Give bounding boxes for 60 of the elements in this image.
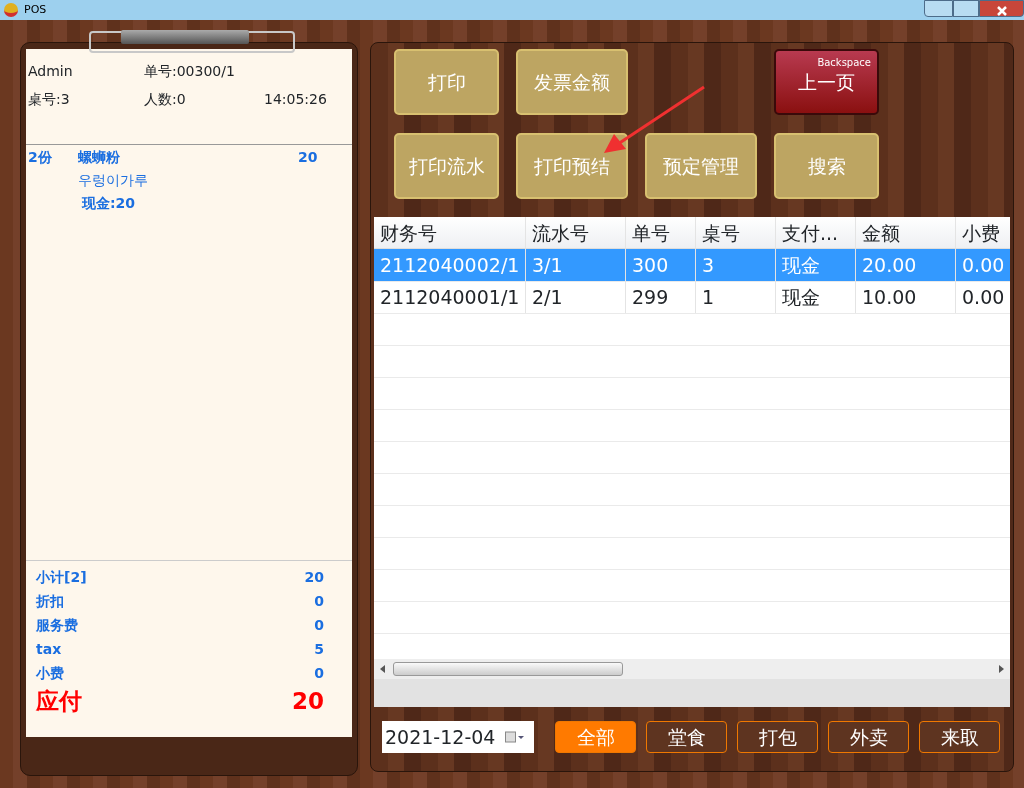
summary-value: 20 [304, 568, 324, 587]
table-cell: 10.00 [856, 281, 956, 313]
payment-line: 现金:20 [82, 194, 136, 213]
filter-tab[interactable]: 外卖 [828, 721, 909, 753]
calendar-icon [505, 731, 526, 743]
user-name: Admin [28, 62, 74, 81]
column-header[interactable]: 小费 [956, 217, 1010, 249]
window-title: POS [24, 1, 47, 18]
table-cell: 1 [696, 281, 776, 313]
horizontal-scrollbar[interactable] [374, 659, 1010, 679]
summary-label: tax [36, 640, 62, 659]
minimize-button[interactable] [924, 0, 953, 17]
column-header[interactable]: 单号 [626, 217, 696, 249]
table-cell: 现金 [776, 249, 856, 281]
filter-tab[interactable]: 来取 [919, 721, 1000, 753]
guest-count: 人数:0 [144, 90, 187, 109]
summary-label: 服务费 [36, 616, 78, 635]
order-number: 单号:00300/1 [144, 62, 235, 81]
table-number: 桌号:3 [28, 90, 71, 109]
item-name: 螺蛳粉 [78, 148, 121, 167]
table-cell: 0.00 [956, 281, 1010, 313]
back-button[interactable]: Backspace 上一页 [774, 49, 879, 115]
filter-tab[interactable]: 打包 [737, 721, 819, 753]
table-cell: 20.00 [856, 249, 956, 281]
summary-label: 小费 [36, 664, 64, 683]
scroll-right-icon[interactable] [999, 665, 1004, 673]
column-header[interactable]: 桌号 [696, 217, 776, 249]
column-header[interactable]: 金额 [856, 217, 956, 249]
column-header[interactable]: 支付... [776, 217, 856, 249]
item-quantity: 2份 [28, 148, 53, 167]
summary-label: 小计[2] [36, 568, 87, 587]
close-icon [996, 5, 1007, 16]
summary-value: 0 [314, 592, 324, 611]
date-picker[interactable]: 2021-12-04 [382, 721, 535, 753]
item-price: 20 [298, 148, 318, 167]
table-cell: 2112040001/1 [374, 281, 526, 313]
summary-value: 0 [314, 616, 324, 635]
summary-value: 0 [314, 664, 324, 683]
table-cell: 2112040002/1 [374, 249, 526, 281]
table-cell: 2/1 [526, 281, 626, 313]
table-cell: 300 [626, 249, 696, 281]
app-icon [4, 3, 18, 17]
close-button[interactable] [979, 0, 1024, 17]
order-time: 14:05:26 [264, 90, 327, 109]
table-cell: 3/1 [526, 249, 626, 281]
amount-due-value: 20 [292, 687, 324, 716]
column-header[interactable]: 流水号 [526, 217, 626, 249]
item-alt-name: 우렁이가루 [78, 171, 148, 190]
scroll-left-icon[interactable] [380, 665, 385, 673]
table-cell: 3 [696, 249, 776, 281]
maximize-button[interactable] [953, 0, 979, 17]
summary-value: 5 [314, 640, 324, 659]
filter-tab[interactable]: 堂食 [646, 721, 728, 753]
table-cell: 现金 [776, 281, 856, 313]
column-header[interactable]: 财务号 [374, 217, 526, 249]
amount-due-label: 应付 [36, 687, 82, 716]
summary-label: 折扣 [36, 592, 64, 611]
table-cell: 299 [626, 281, 696, 313]
scroll-thumb[interactable] [393, 662, 623, 676]
table-cell: 0.00 [956, 249, 1010, 281]
